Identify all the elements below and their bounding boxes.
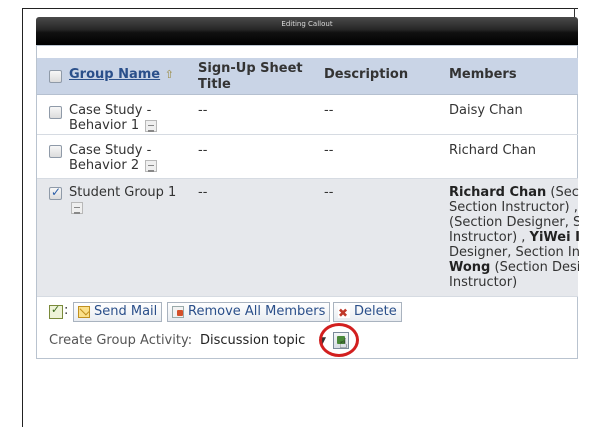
member-role: (Section Desi xyxy=(490,260,580,275)
activity-type-select[interactable]: Discussion topic ▼ xyxy=(197,331,329,351)
create-activity-label: Create Group Activity: xyxy=(49,333,193,348)
table-row-selected: Student Group 1 -- -- Richard Chan (Sect… xyxy=(37,179,579,297)
delete-icon xyxy=(338,304,350,322)
member-line: Wong (Section Desi xyxy=(449,260,579,275)
member-name: Richard Chan xyxy=(449,185,547,200)
member-name: YiWei I xyxy=(529,230,579,245)
member-role: Section Instructor) , xyxy=(449,200,578,215)
description-cell: -- xyxy=(324,185,334,200)
table-header: Group Name ⇧ Sign-Up Sheet Title Descrip… xyxy=(37,58,578,95)
title-bar: Editing Callout xyxy=(36,17,578,45)
member-line: Richard Chan (Sect xyxy=(449,185,579,200)
mail-icon xyxy=(78,306,90,318)
members-cell: Richard Chan xyxy=(449,143,537,158)
activity-selected-value: Discussion topic xyxy=(200,333,306,348)
member-role: (Section Designer, S xyxy=(449,215,579,230)
header-signup-title: Sign-Up Sheet Title xyxy=(198,61,303,92)
group-name-cell: Student Group 1 xyxy=(69,185,191,215)
sort-ascending-icon[interactable]: ⇧ xyxy=(165,68,174,81)
row-checkbox[interactable] xyxy=(49,106,62,119)
delete-button[interactable]: Delete xyxy=(333,302,402,322)
download-icon[interactable] xyxy=(71,201,83,214)
header-members: Members xyxy=(449,67,517,82)
download-icon[interactable] xyxy=(145,159,158,172)
create-activity-row: Create Group Activity: Discussion topic … xyxy=(37,323,578,357)
row-checkbox-checked[interactable] xyxy=(49,185,62,200)
members-cell: Daisy Chan xyxy=(449,103,523,118)
group-name-sort-link[interactable]: Group Name xyxy=(69,67,160,82)
remove-all-label: Remove All Members xyxy=(188,304,326,319)
table-row: Case Study - Behavior 1 -- -- Daisy Chan xyxy=(37,96,578,135)
send-mail-button[interactable]: Send Mail xyxy=(73,302,163,322)
member-line: Instructor) xyxy=(449,275,579,290)
row-checkbox[interactable] xyxy=(49,145,62,158)
member-role: (Sect xyxy=(550,185,579,200)
groups-panel: Group Name ⇧ Sign-Up Sheet Title Descrip… xyxy=(36,45,579,359)
header-description: Description xyxy=(324,67,409,82)
window-title: Editing Callout xyxy=(281,20,333,28)
bulk-action-bar: : Send Mail Remove All Members Delete xyxy=(37,301,578,323)
description-cell: -- xyxy=(324,143,334,158)
hand-cursor-icon: ☝ xyxy=(339,336,348,352)
group-name-text: Case Study - Behavior 1 xyxy=(69,103,152,133)
table-row: Case Study - Behavior 2 -- -- Richard Ch… xyxy=(37,135,578,179)
download-icon[interactable] xyxy=(145,119,158,132)
select-all-checkbox[interactable] xyxy=(49,70,62,83)
bulk-colon: : xyxy=(64,303,69,318)
member-line: Designer, Section In xyxy=(449,245,579,260)
member-line: Instructor) , YiWei I xyxy=(449,230,579,245)
member-role: Designer, Section In xyxy=(449,245,579,260)
member-name: Wong xyxy=(449,260,491,275)
member-line: Section Instructor) , xyxy=(449,200,579,215)
remove-all-members-button[interactable]: Remove All Members xyxy=(167,302,331,322)
members-cell: Richard Chan (Sect Section Instructor) ,… xyxy=(449,185,579,290)
remove-icon xyxy=(172,306,184,318)
signup-cell: -- xyxy=(198,185,208,200)
delete-label: Delete xyxy=(354,304,397,319)
signup-cell: -- xyxy=(198,103,208,118)
member-role: Instructor) , xyxy=(449,230,530,245)
member-line: (Section Designer, S xyxy=(449,215,579,230)
group-name-text: Student Group 1 xyxy=(69,185,177,200)
group-name-cell: Case Study - Behavior 2 xyxy=(69,143,191,173)
description-cell: -- xyxy=(324,103,334,118)
header-group-name[interactable]: Group Name ⇧ xyxy=(69,67,174,83)
member-role: Instructor) xyxy=(449,275,518,290)
send-mail-label: Send Mail xyxy=(94,304,158,319)
bulk-select-icon xyxy=(49,303,63,319)
group-name-cell: Case Study - Behavior 1 xyxy=(69,103,191,133)
signup-cell: -- xyxy=(198,143,208,158)
group-name-text: Case Study - Behavior 2 xyxy=(69,143,152,173)
